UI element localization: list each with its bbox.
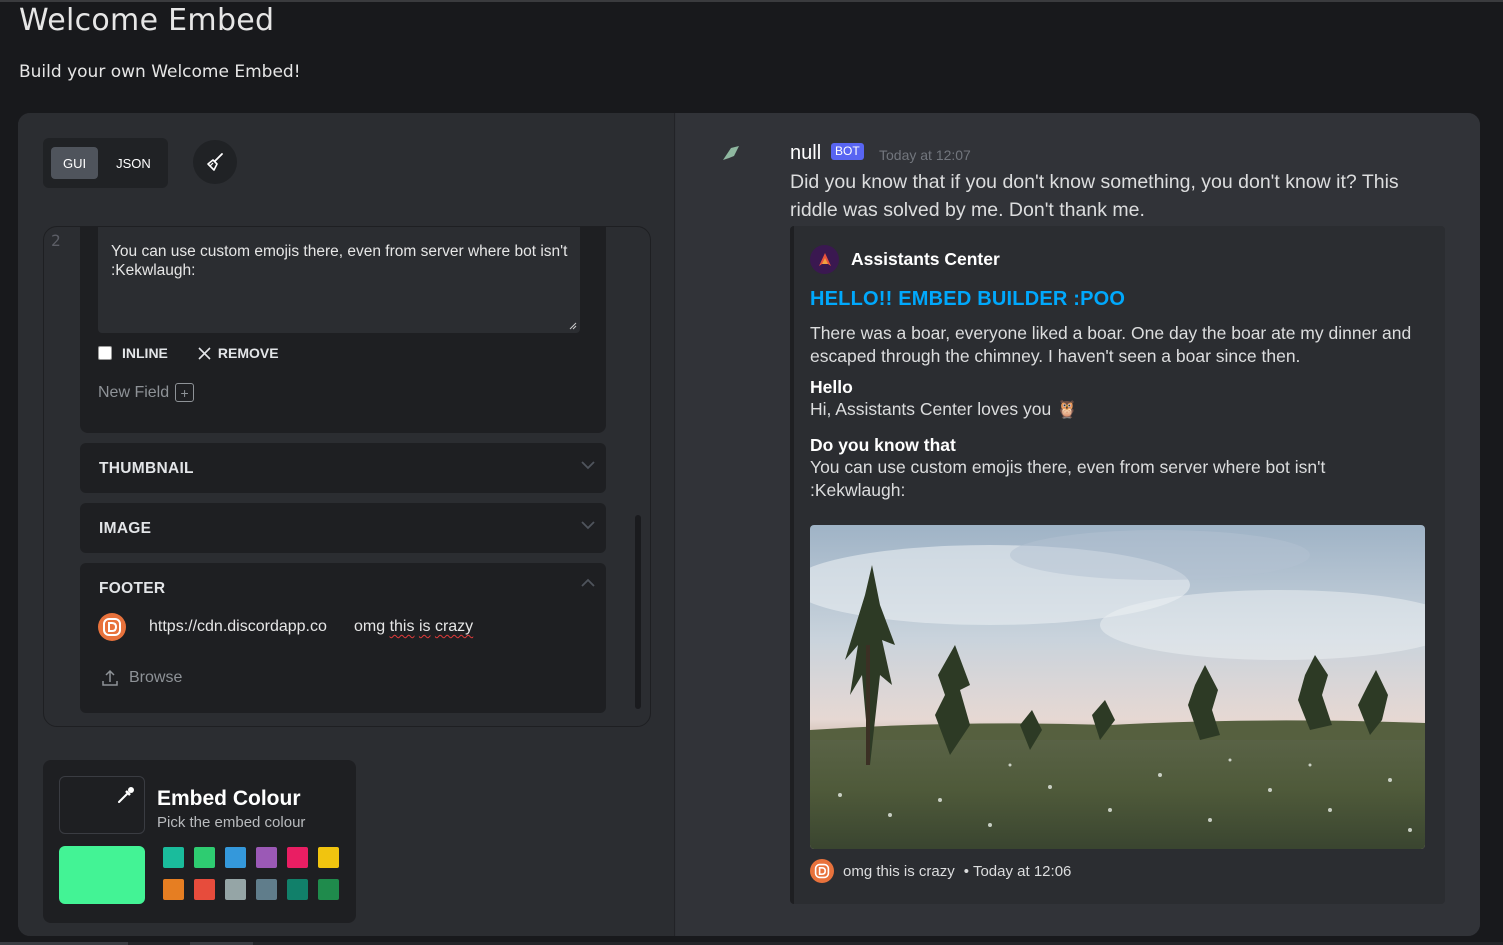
assistants-center-logo-icon: [818, 252, 831, 266]
embed-builder-card: GUI JSON 2 You can use custom emojis the…: [18, 113, 1480, 936]
d-logo-icon: [103, 618, 121, 636]
broom-icon: [207, 153, 223, 171]
close-icon: [198, 346, 211, 360]
footer-icon-preview: [98, 613, 126, 641]
field-options-row: INLINE REMOVE: [98, 345, 279, 361]
footer-text-part: omg: [354, 618, 390, 635]
top-border: [0, 0, 1503, 2]
embed-author: Assistants Center: [810, 245, 1000, 274]
image-section-title: IMAGE: [99, 520, 152, 537]
inline-label: INLINE: [122, 345, 168, 361]
colour-swatch[interactable]: [256, 847, 277, 868]
spellcheck-word: this: [389, 618, 415, 635]
bot-badge: BOT: [831, 143, 864, 160]
browse-label: Browse: [129, 669, 183, 686]
message-content: Did you know that if you don't know some…: [790, 171, 1399, 221]
clear-button[interactable]: [193, 140, 237, 184]
chevron-up-icon[interactable]: [580, 577, 596, 589]
chevron-down-icon: [581, 521, 595, 530]
json-mode-button[interactable]: JSON: [104, 147, 163, 179]
colour-swatch[interactable]: [225, 879, 246, 900]
colour-swatch[interactable]: [256, 879, 277, 900]
embed-footer: omg this is crazy • Today at 12:06: [810, 859, 1071, 883]
colour-swatch[interactable]: [225, 847, 246, 868]
preview-panel: null BOT Today at 12:07 Did you know tha…: [676, 113, 1480, 936]
image-section[interactable]: IMAGE: [80, 503, 606, 553]
bot-avatar: [723, 146, 739, 160]
footer-inputs-row: https://cdn.discordapp.co omg this is cr…: [98, 613, 473, 641]
field-number: 2: [51, 231, 61, 250]
embed-field: Do you know that You can use custom emoj…: [810, 434, 1422, 502]
thumbnail-section[interactable]: THUMBNAIL: [80, 443, 606, 493]
embed-field-name: Do you know that: [810, 435, 956, 455]
field-value-text: You can use custom emojis there, even fr…: [111, 243, 568, 279]
embed-preview: Assistants Center HELLO!! EMBED BUILDER …: [790, 226, 1445, 904]
embed-colour-title: Embed Colour: [157, 787, 301, 810]
remove-label: REMOVE: [217, 345, 279, 361]
upload-icon: [102, 669, 118, 686]
colour-picker-button[interactable]: [59, 776, 145, 834]
colour-swatches: [163, 847, 339, 900]
embed-field-value: You can use custom emojis there, even fr…: [810, 457, 1326, 500]
current-colour-swatch[interactable]: [59, 846, 145, 904]
mode-toggle: GUI JSON: [43, 138, 168, 188]
browse-button[interactable]: Browse: [101, 669, 182, 687]
spellcheck-word: is: [418, 618, 431, 635]
spellcheck-word: crazy: [434, 618, 474, 635]
d-logo-icon: [814, 863, 830, 879]
embed-footer-icon: [810, 859, 834, 883]
embed-title[interactable]: HELLO!! EMBED BUILDER :POO: [810, 288, 1125, 311]
message-timestamp: Today at 12:07: [879, 147, 971, 163]
embed-field-name: Hello: [810, 377, 853, 397]
footer-section-title[interactable]: FOOTER: [99, 580, 165, 598]
plus-icon: +: [175, 383, 195, 402]
embed-field: Hello Hi, Assistants Center loves you 🦉: [810, 376, 1422, 421]
editor-scrollbar[interactable]: [635, 515, 641, 709]
new-field-label: New Field: [98, 383, 170, 401]
footer-text-input[interactable]: omg this is crazy: [354, 618, 473, 636]
footer-icon-url-input[interactable]: https://cdn.discordapp.co: [149, 618, 354, 636]
embed-description: There was a boar, everyone liked a boar.…: [810, 323, 1412, 366]
embed-field-value: Hi, Assistants Center loves you 🦉: [810, 399, 1078, 419]
page-subtitle: Build your own Welcome Embed!: [19, 62, 301, 82]
gui-mode-button[interactable]: GUI: [51, 147, 99, 179]
colour-swatch[interactable]: [194, 879, 215, 900]
new-field-button[interactable]: New Field +: [98, 383, 195, 402]
eyedropper-icon: [118, 787, 134, 803]
message-username[interactable]: null: [790, 142, 821, 165]
remove-field-button[interactable]: REMOVE: [198, 345, 279, 361]
editor-panel: GUI JSON 2 You can use custom emojis the…: [18, 113, 675, 936]
colour-swatch[interactable]: [163, 847, 184, 868]
colour-swatch[interactable]: [318, 879, 339, 900]
editor-scroll-area[interactable]: 2 You can use custom emojis there, even …: [43, 226, 651, 727]
embed-colour-subtitle: Pick the embed colour: [157, 814, 306, 831]
chevron-down-icon: [581, 461, 595, 470]
page-title: Welcome Embed: [19, 3, 275, 38]
colour-swatch[interactable]: [287, 847, 308, 868]
footer-separator: •: [963, 862, 969, 880]
colour-swatch[interactable]: [194, 847, 215, 868]
footer-section: FOOTER https://cdn.discordapp.co omg thi…: [80, 563, 606, 713]
colour-swatch[interactable]: [318, 847, 339, 868]
embed-author-name: Assistants Center: [851, 249, 1000, 269]
thumbnail-section-title: THUMBNAIL: [99, 460, 194, 477]
colour-swatch[interactable]: [287, 879, 308, 900]
inline-checkbox[interactable]: [98, 346, 112, 360]
colour-swatch[interactable]: [163, 879, 184, 900]
embed-footer-timestamp: Today at 12:06: [972, 862, 1072, 880]
author-icon: [810, 245, 839, 274]
embed-footer-text: omg this is crazy: [843, 862, 955, 880]
field-value-textarea[interactable]: You can use custom emojis there, even fr…: [98, 227, 580, 333]
embed-colour-card: Embed Colour Pick the embed colour: [43, 760, 356, 923]
landscape-photo: [810, 525, 1425, 849]
resize-grip-icon[interactable]: [569, 322, 577, 330]
embed-image[interactable]: [810, 525, 1425, 849]
field-editor: You can use custom emojis there, even fr…: [80, 227, 606, 433]
